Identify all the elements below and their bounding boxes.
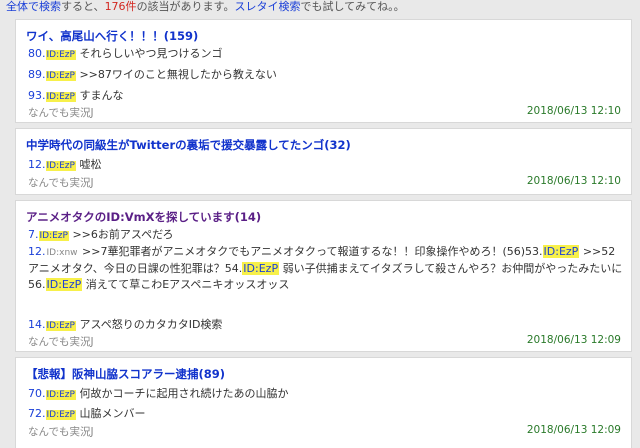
post-line: 7.ID:EzP >>6お前アスペだろ — [28, 226, 623, 242]
thread-title-link[interactable]: 中学時代の同級生がTwitterの裏垢で援交暴露してたンゴ(32) — [26, 137, 351, 153]
post-id: ID:EzP — [38, 231, 69, 241]
post-date: 2018/06/13 12:10 — [526, 105, 621, 117]
post-line: 12.ID:xnw >>7華犯罪者がアニメオタクでもアニメオタクって報道するな！… — [28, 244, 623, 293]
post-id: ID:EzP — [45, 161, 76, 171]
thread-title-link[interactable]: アニメオタクのID:VmXを探しています(14) — [26, 209, 261, 225]
post-date: 2018/06/13 12:09 — [526, 424, 621, 436]
notice-text: でも試してみてね。。 — [300, 0, 405, 13]
notice-text: の該当があります。 — [136, 0, 235, 13]
post-number-link[interactable]: 12. — [28, 158, 46, 171]
post-number-link[interactable]: 14. — [28, 318, 46, 331]
board-name: なんでも実況J — [28, 177, 94, 189]
post-id: ID:EzP — [45, 71, 76, 81]
post-text: >>87ワイのこと無視したから教えない — [79, 68, 277, 81]
post-text: >>6お前アスペだろ — [72, 228, 174, 241]
post-line: 12.ID:EzP 嘘松 — [28, 156, 623, 172]
post-number-link[interactable]: 70. — [28, 387, 46, 400]
post-id-highlight: ID:EzP — [45, 278, 83, 291]
board-name: なんでも実況J — [28, 336, 94, 348]
title-search-link[interactable]: スレタイ検索 — [234, 0, 300, 13]
thread-title-link[interactable]: 【悲報】阪神山脇スコアラー逮捕(89) — [26, 366, 225, 382]
post-id-highlight: ID:EzP — [242, 262, 280, 275]
post-line: 14.ID:EzP アスペ怒りのカタカタID検索 — [28, 316, 623, 332]
post-id: ID:EzP — [45, 321, 76, 331]
post-text: アスペ怒りのカタカタID検索 — [79, 318, 223, 331]
post-line: 89.ID:EzP >>87ワイのこと無視したから教えない — [28, 66, 623, 82]
post-date: 2018/06/13 12:09 — [526, 334, 621, 346]
thread-card: 【悲報】阪神山脇スコアラー逮捕(89) 70.ID:EzP 何故かコーチに起用さ… — [15, 357, 632, 448]
post-id-highlight: ID:EzP — [542, 245, 580, 258]
post-number-link[interactable]: 93. — [28, 89, 46, 102]
post-line: 72.ID:EzP 山脇メンバー — [28, 405, 623, 421]
search-all-link[interactable]: 全体で検索 — [6, 0, 61, 13]
board-name: なんでも実況J — [28, 107, 94, 119]
post-text: 何故かコーチに起用され続けたあの山脇か — [79, 387, 289, 400]
post-text: すまんな — [79, 89, 124, 102]
board-name: なんでも実況J — [28, 426, 94, 438]
post-number-link[interactable]: 80. — [28, 47, 46, 60]
thread-card: ワイ、高尾山へ行く！！！(159) 80.ID:EzP それらしいやつ見つけるン… — [15, 19, 632, 123]
post-date: 2018/06/13 12:10 — [526, 175, 621, 187]
post-id: ID:xnw — [46, 248, 78, 258]
post-line: 70.ID:EzP 何故かコーチに起用され続けたあの山脇か — [28, 385, 623, 401]
thread-card: アニメオタクのID:VmXを探しています(14) 7.ID:EzP >>6お前ア… — [15, 200, 632, 352]
post-id: ID:EzP — [45, 50, 76, 60]
post-number-link[interactable]: 72. — [28, 407, 46, 420]
notice-text: すると、 — [61, 0, 105, 13]
post-text: 消えてて草こわEアスペニキオッスオッス — [85, 278, 290, 291]
post-line: 80.ID:EzP それらしいやつ見つけるンゴ — [28, 45, 623, 61]
search-notice: 全体で検索すると、176件の該当があります。スレタイ検索でも試してみてね。。 — [0, 0, 640, 16]
post-text: 嘘松 — [79, 158, 102, 171]
post-id: ID:EzP — [45, 390, 76, 400]
post-text: 山脇メンバー — [79, 407, 146, 420]
thread-card: 中学時代の同級生がTwitterの裏垢で援交暴露してたンゴ(32) 12.ID:… — [15, 128, 632, 195]
post-id: ID:EzP — [45, 92, 76, 102]
result-count: 176件 — [104, 0, 137, 13]
post-number-link[interactable]: 7. — [28, 228, 39, 241]
post-id: ID:EzP — [45, 410, 76, 420]
post-text: >>7華犯罪者がアニメオタクでもアニメオタクって報道するな！！印象操作やめろ！(… — [82, 245, 543, 258]
post-number-link[interactable]: 89. — [28, 68, 46, 81]
post-line: 93.ID:EzP すまんな — [28, 87, 623, 103]
post-text: それらしいやつ見つけるンゴ — [79, 47, 223, 60]
thread-title-link[interactable]: ワイ、高尾山へ行く！！！(159) — [26, 28, 198, 44]
post-number-link[interactable]: 12. — [28, 245, 46, 258]
